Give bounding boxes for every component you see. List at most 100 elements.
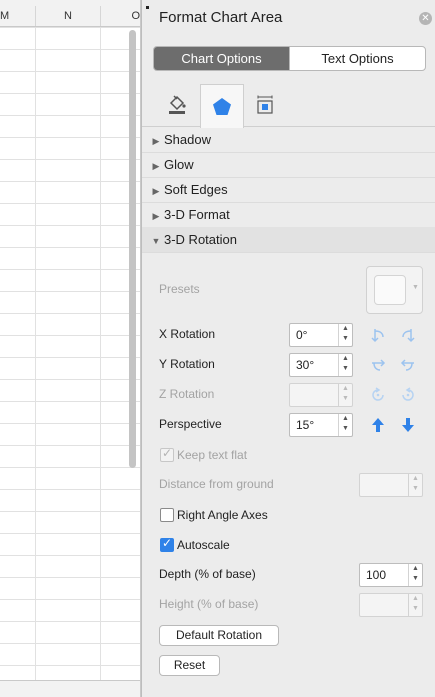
stepper-arrows-icon[interactable]: ▲ ▼	[338, 324, 352, 346]
keep-text-flat-checkbox[interactable]: ✓	[160, 446, 174, 462]
autoscale-label: Autoscale	[177, 538, 230, 552]
column-header-n[interactable]: N	[36, 6, 101, 26]
sheet-bottom-bar	[0, 680, 140, 697]
section-3d-rotation[interactable]: ▼ 3-D Rotation	[142, 227, 435, 253]
rotate-left-icon[interactable]	[368, 325, 388, 345]
size-properties-tab[interactable]	[244, 84, 286, 126]
x-rotation-value[interactable]: 0°	[296, 328, 307, 342]
stepper-arrows-icon[interactable]: ▲ ▼	[408, 594, 422, 616]
presets-label: Presets	[159, 282, 200, 296]
text-options-tab[interactable]: Text Options	[289, 47, 425, 70]
y-rotation-stepper[interactable]: 30° ▲ ▼	[289, 353, 353, 377]
resize-handle-icon[interactable]	[146, 6, 149, 9]
chevron-down-icon: ▼	[151, 236, 161, 246]
section-label: Shadow	[164, 132, 211, 147]
stepper-arrows-icon[interactable]: ▲ ▼	[338, 384, 352, 406]
grid-row-line	[0, 159, 140, 160]
height-stepper[interactable]: ▲ ▼	[359, 593, 423, 617]
grid-column-line	[35, 27, 36, 687]
section-label: 3-D Format	[164, 207, 230, 222]
depth-stepper[interactable]: 100 ▲ ▼	[359, 563, 423, 587]
x-rotation-label: X Rotation	[159, 327, 216, 341]
distance-from-ground-label: Distance from ground	[159, 477, 274, 491]
spreadsheet-grid[interactable]: M N O	[0, 0, 141, 697]
preset-preview	[374, 275, 406, 305]
section-3d-format[interactable]: ▶ 3-D Format	[142, 202, 435, 228]
default-rotation-button[interactable]: Default Rotation	[159, 625, 279, 646]
icon-tab-bar	[142, 84, 435, 128]
narrow-field-arrow-up-icon[interactable]	[368, 415, 388, 435]
x-rotation-stepper[interactable]: 0° ▲ ▼	[289, 323, 353, 347]
cell-grid[interactable]	[0, 27, 140, 688]
z-rotation-label: Z Rotation	[159, 387, 215, 401]
grid-row-line	[0, 49, 140, 50]
y-rotation-value[interactable]: 30°	[296, 358, 314, 372]
column-header-o[interactable]: O	[101, 6, 140, 26]
grid-row-line	[0, 27, 140, 28]
rotate-clockwise-icon[interactable]	[398, 385, 418, 405]
column-header-label: N	[64, 10, 72, 22]
grid-row-line	[0, 621, 140, 622]
autoscale-checkbox[interactable]: ✓	[160, 536, 174, 552]
grid-row-line	[0, 93, 140, 94]
section-glow[interactable]: ▶ Glow	[142, 152, 435, 178]
chevron-down-icon: ▼	[412, 284, 419, 291]
depth-value[interactable]: 100	[366, 568, 386, 582]
stepper-arrows-icon[interactable]: ▲ ▼	[338, 354, 352, 376]
size-properties-icon	[257, 95, 273, 114]
tilt-up-icon[interactable]	[368, 355, 388, 375]
vertical-scrollbar[interactable]	[129, 30, 136, 468]
rotate-counterclockwise-icon[interactable]	[368, 385, 388, 405]
section-soft-edges[interactable]: ▶ Soft Edges	[142, 177, 435, 203]
grid-row-line	[0, 577, 140, 578]
grid-row-line	[0, 181, 140, 182]
height-label: Height (% of base)	[159, 597, 259, 611]
stepper-arrows-icon[interactable]: ▲ ▼	[408, 564, 422, 586]
perspective-value[interactable]: 15°	[296, 418, 314, 432]
checkmark-icon: ✓	[162, 536, 173, 550]
grid-row-line	[0, 665, 140, 666]
keep-text-flat-label: Keep text flat	[177, 448, 248, 462]
grid-row-line	[0, 555, 140, 556]
z-rotation-stepper[interactable]: ▲ ▼	[289, 383, 353, 407]
close-icon[interactable]: ✕	[419, 12, 432, 25]
distance-from-ground-stepper[interactable]: ▲ ▼	[359, 473, 423, 497]
right-angle-axes-checkbox[interactable]	[160, 508, 174, 522]
tilt-down-icon[interactable]	[398, 355, 418, 375]
presets-dropdown[interactable]: ▼	[366, 266, 423, 314]
effects-tab[interactable]	[200, 84, 244, 128]
grid-row-line	[0, 643, 140, 644]
grid-row-line	[0, 423, 140, 424]
right-angle-axes-label: Right Angle Axes	[177, 508, 268, 522]
depth-label: Depth (% of base)	[159, 567, 256, 581]
fill-line-tab[interactable]	[156, 84, 198, 126]
stepper-arrows-icon[interactable]: ▲ ▼	[338, 414, 352, 436]
grid-row-line	[0, 313, 140, 314]
reset-button[interactable]: Reset	[159, 655, 220, 676]
grid-row-line	[0, 115, 140, 116]
stepper-arrows-icon[interactable]: ▲ ▼	[408, 474, 422, 496]
grid-row-line	[0, 401, 140, 402]
rotate-right-icon[interactable]	[398, 325, 418, 345]
column-header-label: O	[131, 10, 140, 22]
perspective-stepper[interactable]: 15° ▲ ▼	[289, 413, 353, 437]
section-label: Soft Edges	[164, 182, 228, 197]
format-chart-area-panel: Format Chart Area ✕ Chart Options Text O…	[141, 0, 435, 697]
y-rotation-label: Y Rotation	[159, 357, 215, 371]
checkmark-icon: ✓	[162, 446, 173, 460]
grid-row-line	[0, 225, 140, 226]
chart-options-tab[interactable]: Chart Options	[154, 47, 289, 70]
chevron-right-icon: ▶	[152, 211, 160, 221]
grid-row-line	[0, 269, 140, 270]
column-header-label: M	[0, 10, 10, 22]
chevron-right-icon: ▶	[152, 161, 160, 171]
widen-field-arrow-down-icon[interactable]	[398, 415, 418, 435]
grid-row-line	[0, 467, 140, 468]
section-shadow[interactable]: ▶ Shadow	[142, 127, 435, 153]
perspective-label: Perspective	[159, 417, 222, 431]
column-header-row: M N O	[0, 6, 140, 27]
grid-row-line	[0, 445, 140, 446]
grid-column-line	[100, 27, 101, 687]
column-header-m[interactable]: M	[0, 6, 36, 26]
panel-bottom-edge	[142, 690, 435, 697]
